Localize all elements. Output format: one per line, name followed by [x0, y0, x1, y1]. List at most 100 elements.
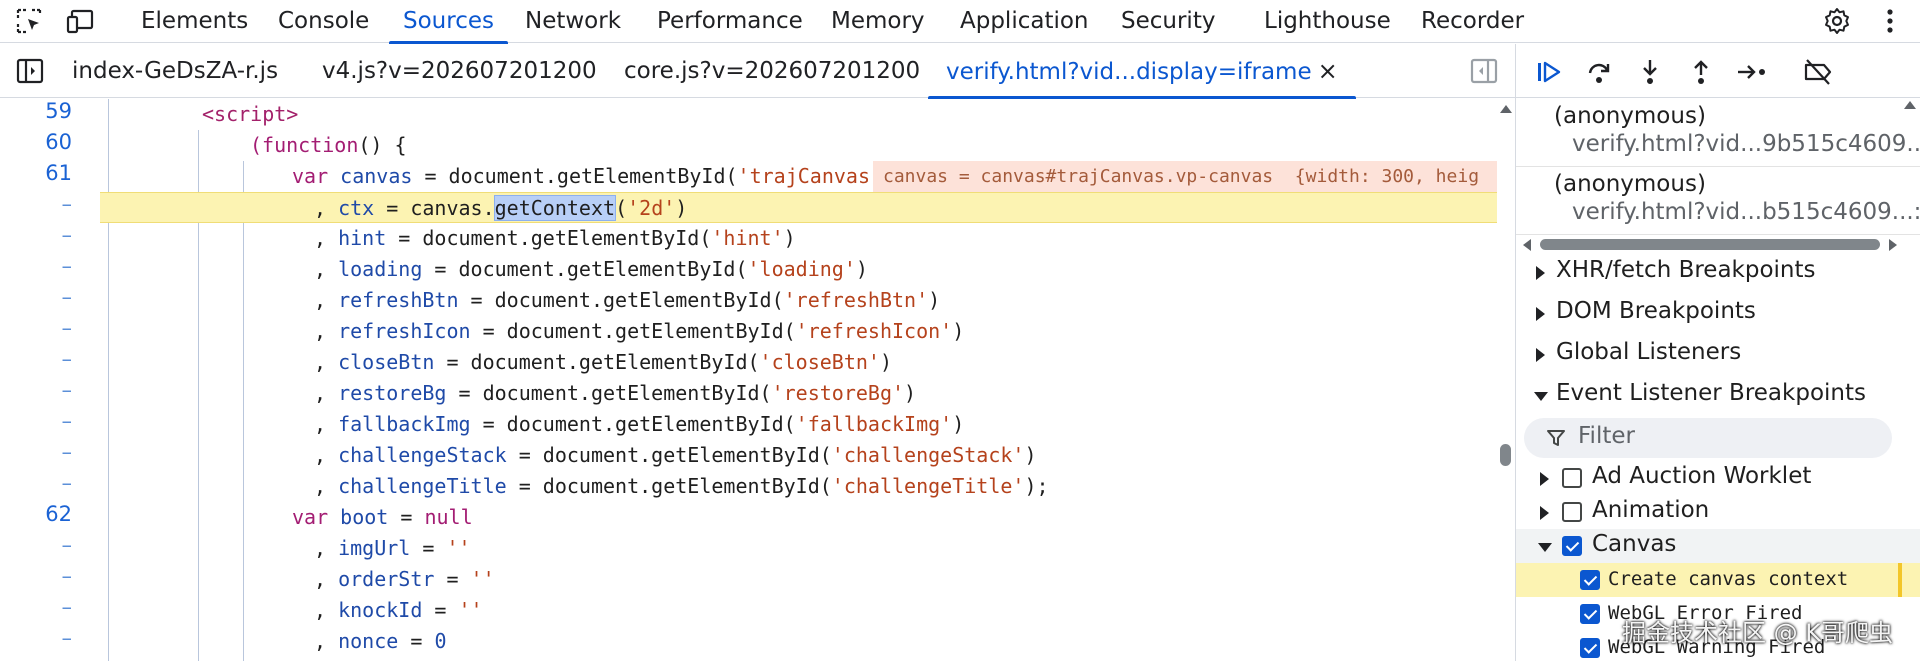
- step-into-icon[interactable]: [1634, 56, 1666, 88]
- code-line: , imgUrl = '': [314, 536, 471, 560]
- code-line: var boot = null: [292, 505, 473, 529]
- editor-scrollbar[interactable]: [1497, 99, 1515, 661]
- step-icon[interactable]: [1736, 56, 1768, 88]
- code-line: , hint = document.getElementById('hint'): [314, 226, 796, 250]
- inline-variable-value[interactable]: canvas = canvas#trajCanvas.vp-canvas {wi…: [873, 161, 1497, 192]
- line-number[interactable]: –: [0, 254, 73, 278]
- deactivate-breakpoints-icon[interactable]: [1802, 56, 1834, 88]
- line-number[interactable]: 62: [0, 502, 72, 526]
- category-ad-auction-worklet[interactable]: Ad Auction Worklet: [1516, 461, 1920, 495]
- section-title: Global Listeners: [1556, 339, 1742, 365]
- settings-gear-icon[interactable]: [1822, 6, 1852, 36]
- line-number[interactable]: –: [0, 595, 73, 619]
- code-line: , challengeStack = document.getElementBy…: [314, 443, 1037, 467]
- call-frame[interactable]: (anonymous) verify.html?vid...9b515c4609…: [1516, 99, 1920, 167]
- category-canvas[interactable]: Canvas: [1516, 529, 1920, 563]
- code-line: <script>: [202, 102, 299, 126]
- tab-network[interactable]: Network: [525, 0, 621, 43]
- code-editor[interactable]: 59 60 61 – – – – – – – – – – 62 – – – – …: [0, 99, 1497, 661]
- section-xhr-breakpoints[interactable]: XHR/fetch Breakpoints: [1516, 253, 1920, 293]
- category-checkbox[interactable]: [1562, 468, 1582, 488]
- line-number[interactable]: 60: [0, 130, 72, 154]
- collapse-arrow-icon[interactable]: [1538, 543, 1552, 552]
- line-number[interactable]: –: [0, 378, 73, 402]
- event-checkbox[interactable]: [1580, 638, 1600, 658]
- line-number-gutter[interactable]: 59 60 61 – – – – – – – – – – 62 – – – –: [0, 99, 100, 661]
- toggle-debugger-icon[interactable]: [1470, 58, 1498, 88]
- line-number[interactable]: –: [0, 564, 73, 588]
- tab-console[interactable]: Console: [278, 0, 369, 43]
- section-title: DOM Breakpoints: [1556, 298, 1756, 324]
- line-number[interactable]: –: [0, 192, 73, 216]
- tab-memory[interactable]: Memory: [831, 0, 925, 43]
- call-frame-function: (anonymous): [1554, 171, 1706, 197]
- line-number[interactable]: –: [0, 316, 73, 340]
- category-checkbox[interactable]: [1562, 536, 1582, 556]
- line-number[interactable]: –: [0, 626, 73, 650]
- watermark-text: 掘金技术社区 @ K哥爬虫: [1622, 619, 1893, 647]
- code-line: , nonce = 0: [314, 629, 447, 653]
- selected-token[interactable]: getContext: [493, 195, 617, 221]
- scroll-up-icon[interactable]: [1500, 105, 1512, 113]
- tab-performance[interactable]: Performance: [657, 0, 803, 43]
- file-tab-index[interactable]: index-GeDsZA-r.js: [72, 44, 278, 98]
- device-toolbar-icon[interactable]: [66, 6, 96, 36]
- tab-elements[interactable]: Elements: [141, 0, 248, 43]
- code-line: (function() {: [250, 133, 407, 157]
- code-line: , knockId = '': [314, 598, 483, 622]
- toggle-navigator-icon[interactable]: [16, 58, 44, 88]
- inspect-element-icon[interactable]: [14, 6, 44, 36]
- call-frame-function: (anonymous): [1554, 103, 1706, 129]
- tab-application[interactable]: Application: [960, 0, 1089, 43]
- event-checkbox[interactable]: [1580, 570, 1600, 590]
- tab-recorder[interactable]: Recorder: [1421, 0, 1524, 43]
- line-number[interactable]: –: [0, 285, 73, 309]
- expand-arrow-icon[interactable]: [1540, 472, 1549, 486]
- code-line: , closeBtn = document.getElementById('cl…: [314, 350, 892, 374]
- tab-lighthouse[interactable]: Lighthouse: [1264, 0, 1391, 43]
- step-over-icon[interactable]: [1583, 56, 1615, 88]
- code-line: , challengeTitle = document.getElementBy…: [314, 474, 1049, 498]
- expand-arrow-icon[interactable]: [1540, 506, 1549, 520]
- code-line: , loading = document.getElementById('loa…: [314, 257, 868, 281]
- section-global-listeners[interactable]: Global Listeners: [1516, 335, 1920, 375]
- breakpoint-filter-input[interactable]: Filter: [1524, 418, 1892, 458]
- step-out-icon[interactable]: [1685, 56, 1717, 88]
- category-animation[interactable]: Animation: [1516, 495, 1920, 529]
- line-number[interactable]: –: [0, 347, 73, 371]
- filter-funnel-icon: [1546, 428, 1566, 452]
- line-number[interactable]: –: [0, 533, 73, 557]
- tab-sources[interactable]: Sources: [389, 0, 508, 44]
- call-frame-location[interactable]: verify.html?vid...b515c4609...:1: [1572, 199, 1920, 225]
- section-title: Event Listener Breakpoints: [1556, 380, 1866, 406]
- file-tab-v4[interactable]: v4.js?v=202607201200: [322, 44, 597, 98]
- file-tab-verify[interactable]: verify.html?vid...display=iframe ×: [928, 44, 1356, 99]
- event-create-canvas-context[interactable]: Create canvas context: [1516, 563, 1920, 597]
- category-checkbox[interactable]: [1562, 502, 1582, 522]
- line-number[interactable]: 61: [0, 161, 72, 185]
- line-number[interactable]: 59: [0, 99, 72, 123]
- file-tab-bar: index-GeDsZA-r.js v4.js?v=202607201200 c…: [0, 44, 1515, 99]
- section-dom-breakpoints[interactable]: DOM Breakpoints: [1516, 294, 1920, 334]
- file-tab-core[interactable]: core.js?v=202607201200: [624, 44, 920, 98]
- line-number[interactable]: –: [0, 471, 73, 495]
- scrollbar-thumb[interactable]: [1500, 444, 1511, 466]
- scrollbar-thumb[interactable]: [1540, 239, 1880, 250]
- scroll-up-icon[interactable]: [1904, 101, 1916, 109]
- scroll-right-icon[interactable]: [1889, 239, 1897, 251]
- close-tab-icon[interactable]: ×: [1318, 44, 1338, 98]
- line-number[interactable]: –: [0, 409, 73, 433]
- section-event-listener-breakpoints[interactable]: Event Listener Breakpoints: [1516, 376, 1920, 416]
- expand-arrow-icon: [1536, 348, 1545, 362]
- call-frame-location[interactable]: verify.html?vid...9b515c4609...: [1572, 131, 1920, 157]
- resume-icon[interactable]: [1532, 56, 1564, 88]
- scroll-left-icon[interactable]: [1523, 239, 1531, 251]
- debugger-toolbar: [1516, 44, 1920, 98]
- event-checkbox[interactable]: [1580, 604, 1600, 624]
- line-number[interactable]: –: [0, 223, 73, 247]
- call-frame[interactable]: (anonymous) verify.html?vid...b515c4609.…: [1516, 167, 1920, 235]
- call-stack-horizontal-scrollbar[interactable]: [1520, 236, 1900, 252]
- more-vertical-icon[interactable]: [1875, 6, 1905, 36]
- line-number[interactable]: –: [0, 440, 73, 464]
- tab-security[interactable]: Security: [1121, 0, 1215, 43]
